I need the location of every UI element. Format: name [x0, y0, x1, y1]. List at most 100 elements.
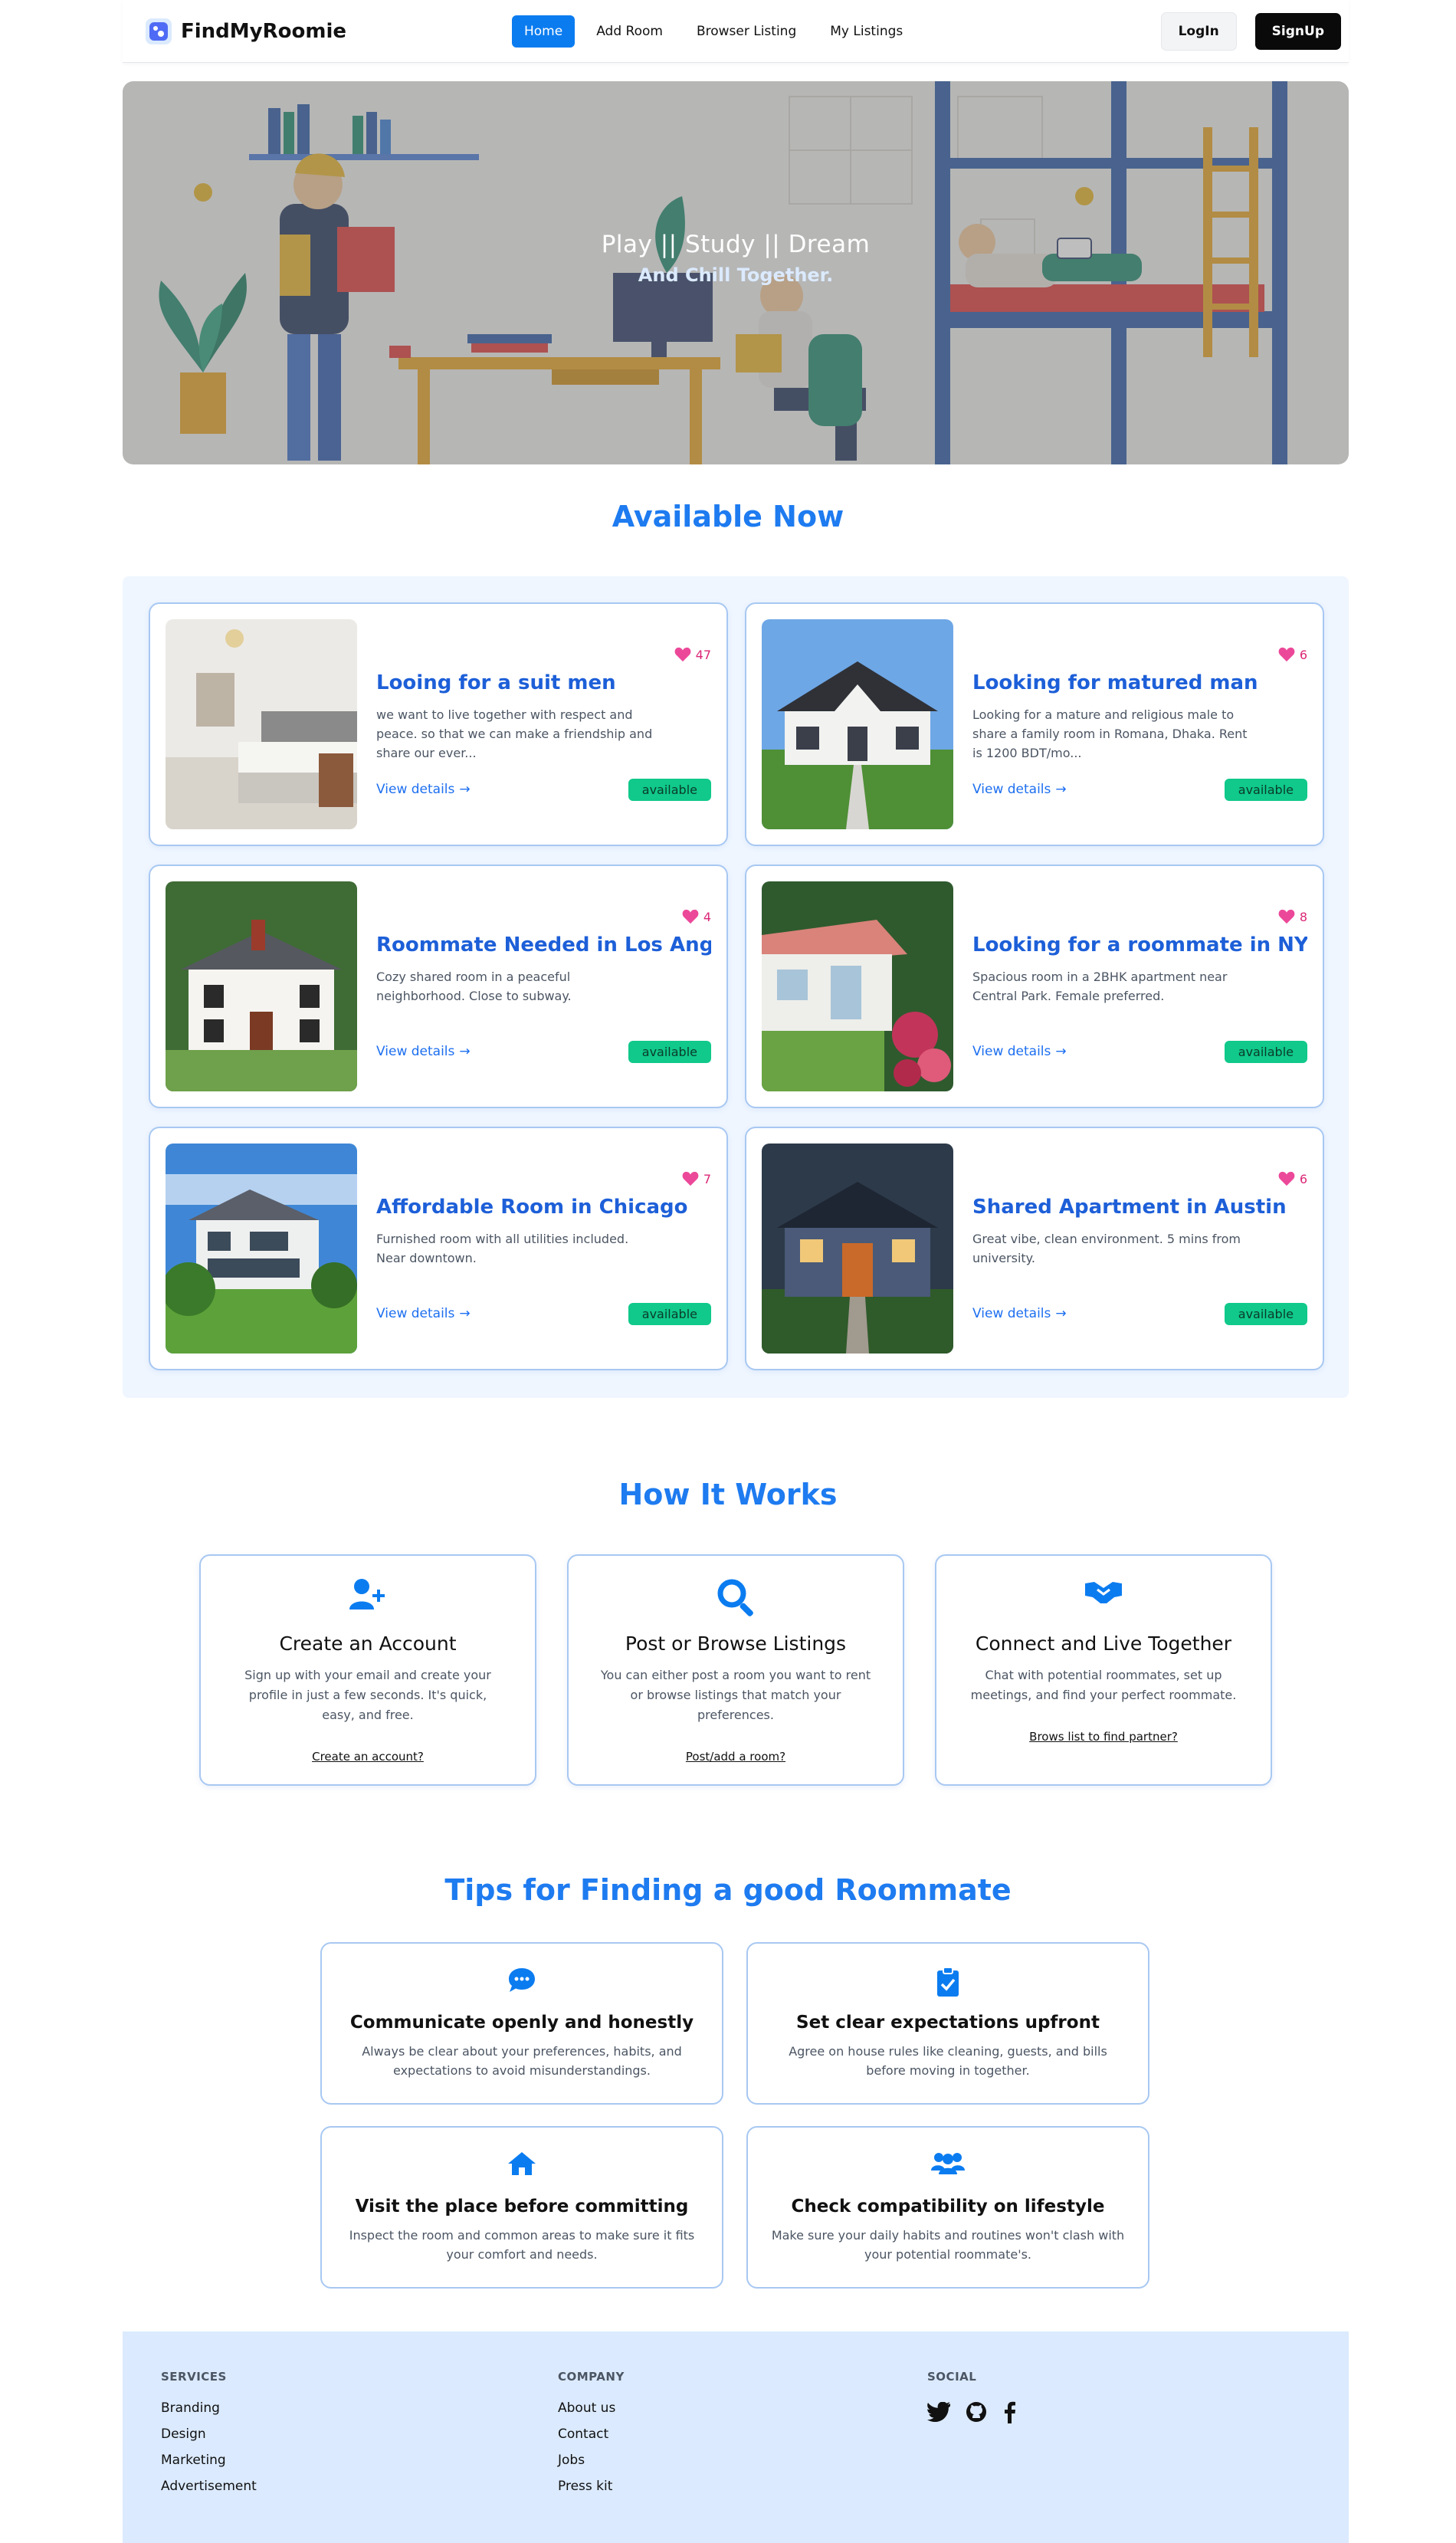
- listing-title: Roommate Needed in Los Angeles: [376, 934, 711, 956]
- status-badge: available: [628, 1303, 711, 1325]
- view-details-label: View details: [376, 1306, 455, 1321]
- github-icon[interactable]: [966, 2401, 987, 2423]
- user-plus-icon: [201, 1577, 535, 1617]
- hero-banner: Play || Study || Dream And Chill Togethe…: [123, 81, 1349, 464]
- heart-icon: [1278, 909, 1295, 924]
- arrow-right-icon: →: [459, 782, 471, 797]
- listing-photo: [166, 1144, 357, 1354]
- view-details-label: View details: [972, 1044, 1051, 1059]
- footer-link-advertisement[interactable]: Advertisement: [161, 2479, 257, 2494]
- likes-count: 6: [1299, 1171, 1307, 1186]
- view-details-link[interactable]: View details →: [376, 782, 471, 797]
- view-details-link[interactable]: View details →: [972, 1306, 1067, 1321]
- tip-description: Always be clear about your preferences, …: [362, 2044, 682, 2078]
- signup-button[interactable]: SignUp: [1254, 12, 1341, 50]
- listing-card[interactable]: 6 Shared Apartment in Austin Great vibe,…: [745, 1127, 1324, 1370]
- listing-description: Furnished room with all utilities includ…: [376, 1232, 629, 1265]
- footer-link-about[interactable]: About us: [558, 2400, 625, 2416]
- footer-link-design[interactable]: Design: [161, 2427, 257, 2442]
- arrow-right-icon: →: [1055, 782, 1067, 797]
- tips-heading: Tips for Finding a good Roommate: [444, 1873, 1012, 1907]
- likes-counter[interactable]: 8: [1278, 909, 1307, 924]
- view-details-link[interactable]: View details →: [972, 1044, 1067, 1059]
- view-details-label: View details: [376, 782, 455, 797]
- hero-text: Play || Study || Dream And Chill Togethe…: [123, 231, 1349, 286]
- tip-card: Communicate openly and honestly Always b…: [320, 1942, 723, 2105]
- footer-link-press-kit[interactable]: Press kit: [558, 2479, 625, 2494]
- create-account-link[interactable]: Create an account?: [201, 1750, 535, 1764]
- likes-count: 4: [703, 909, 711, 924]
- footer-heading: COMPANY: [558, 2370, 625, 2384]
- status-badge: available: [1224, 779, 1307, 801]
- login-button[interactable]: LogIn: [1160, 11, 1237, 51]
- likes-counter[interactable]: 7: [682, 1171, 711, 1186]
- arrow-right-icon: →: [1055, 1044, 1067, 1059]
- likes-count: 6: [1299, 647, 1307, 662]
- view-details-link[interactable]: View details →: [376, 1306, 471, 1321]
- available-heading: Available Now: [612, 500, 844, 533]
- listing-photo: [166, 881, 357, 1091]
- twitter-icon[interactable]: [927, 2402, 950, 2422]
- listing-card[interactable]: 47 Looing for a suit men we want to live…: [149, 602, 728, 846]
- nav-browse-listing[interactable]: Browser Listing: [684, 15, 808, 48]
- logo-icon: [146, 18, 172, 44]
- likes-counter[interactable]: 6: [1278, 647, 1307, 662]
- footer-link-branding[interactable]: Branding: [161, 2400, 257, 2416]
- tip-card: Visit the place before committing Inspec…: [320, 2126, 723, 2289]
- likes-counter[interactable]: 4: [682, 909, 711, 924]
- footer-heading: SERVICES: [161, 2370, 227, 2384]
- listing-description: Looking for a mature and religious male …: [972, 707, 1248, 760]
- facebook-icon[interactable]: [1002, 2400, 1016, 2423]
- step-title: Connect and Live Together: [975, 1632, 1232, 1655]
- footer-company: COMPANY About us Contact Jobs Press kit: [558, 2370, 625, 2505]
- step-title: Create an Account: [279, 1632, 457, 1655]
- view-details-link[interactable]: View details →: [376, 1044, 471, 1059]
- listing-photo: [762, 1144, 953, 1354]
- nav-home[interactable]: Home: [512, 15, 576, 48]
- tip-card: Check compatibility on lifestyle Make su…: [746, 2126, 1149, 2289]
- post-room-link[interactable]: Post/add a room?: [569, 1750, 903, 1764]
- tip-description: Agree on house rules like cleaning, gues…: [789, 2044, 1107, 2078]
- likes-counter[interactable]: 6: [1278, 1171, 1307, 1186]
- listing-card[interactable]: 7 Affordable Room in Chicago Furnished r…: [149, 1127, 728, 1370]
- view-details-label: View details: [972, 1306, 1051, 1321]
- step-description: Sign up with your email and create your …: [244, 1668, 491, 1722]
- footer-services: SERVICES Branding Design Marketing Adver…: [161, 2370, 257, 2505]
- listing-description: Spacious room in a 2BHK apartment near C…: [972, 970, 1228, 1003]
- step-card: Post or Browse Listings You can either p…: [567, 1554, 904, 1786]
- status-badge: available: [628, 779, 711, 801]
- tip-description: Inspect the room and common areas to mak…: [349, 2228, 695, 2262]
- brand[interactable]: FindMyRoomie: [146, 18, 346, 44]
- step-description: You can either post a room you want to r…: [600, 1668, 871, 1722]
- footer-link-marketing[interactable]: Marketing: [161, 2453, 257, 2468]
- heart-icon: [682, 909, 699, 924]
- nav-links: Home Add Room Browser Listing My Listing…: [512, 15, 915, 48]
- status-badge: available: [1224, 1041, 1307, 1063]
- footer-link-jobs[interactable]: Jobs: [558, 2453, 625, 2468]
- nav-my-listings[interactable]: My Listings: [818, 15, 915, 48]
- browse-partner-link[interactable]: Brows list to find partner?: [936, 1730, 1271, 1744]
- listing-title: Looing for a suit men: [376, 671, 616, 694]
- social-icons: [927, 2400, 1016, 2423]
- step-description: Chat with potential roommates, set up me…: [970, 1668, 1237, 1702]
- listing-card[interactable]: 8 Looking for a roommate in NYC Spacious…: [745, 865, 1324, 1108]
- view-details-link[interactable]: View details →: [972, 782, 1067, 797]
- footer-link-contact[interactable]: Contact: [558, 2427, 625, 2442]
- hero-subtitle: And Chill Together.: [638, 264, 834, 286]
- likes-counter[interactable]: 47: [674, 647, 711, 662]
- footer-social: SOCIAL: [927, 2370, 1016, 2423]
- nav-add-room[interactable]: Add Room: [584, 15, 675, 48]
- chat-bubble-icon: [322, 1967, 722, 1997]
- heart-icon: [682, 1171, 699, 1186]
- heart-icon: [674, 647, 691, 662]
- tip-card: Set clear expectations upfront Agree on …: [746, 1942, 1149, 2105]
- tip-title: Communicate openly and honestly: [349, 2013, 694, 2033]
- listing-title: Shared Apartment in Austin: [972, 1196, 1287, 1219]
- listing-card[interactable]: 4 Roommate Needed in Los Angeles Cozy sh…: [149, 865, 728, 1108]
- listing-card[interactable]: 6 Looking for matured man Looking for a …: [745, 602, 1324, 846]
- listing-description: Great vibe, clean environment. 5 mins fr…: [972, 1232, 1241, 1265]
- arrow-right-icon: →: [1055, 1306, 1067, 1321]
- listing-photo: [166, 619, 357, 829]
- step-title: Post or Browse Listings: [625, 1632, 847, 1655]
- footer-heading: SOCIAL: [927, 2370, 977, 2384]
